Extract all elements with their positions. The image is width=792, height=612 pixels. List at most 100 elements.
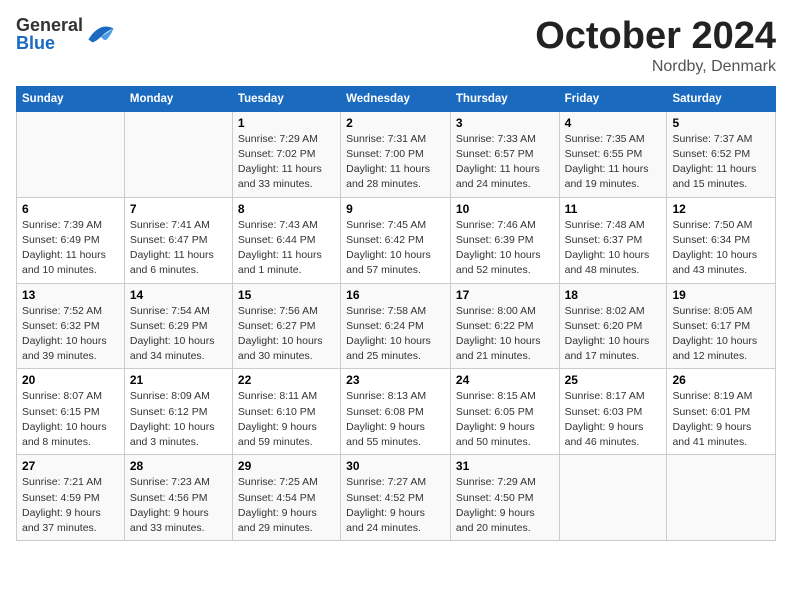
- calendar-cell: 3 Sunrise: 7:33 AM Sunset: 6:57 PM Daylig…: [450, 111, 559, 197]
- day-number: 6: [22, 202, 119, 216]
- day-header-tuesday: Tuesday: [232, 86, 340, 111]
- day-info: Sunrise: 7:39 AM Sunset: 6:49 PM Dayligh…: [22, 218, 119, 279]
- calendar-week-row: 20Sunrise: 8:07 AM Sunset: 6:15 PM Dayli…: [17, 369, 776, 455]
- day-info: Sunrise: 8:15 AM Sunset: 6:05 PM Dayligh…: [456, 389, 554, 450]
- day-info: Sunrise: 7:41 AM Sunset: 6:47 PM Dayligh…: [130, 218, 227, 279]
- day-number: 30: [346, 459, 445, 473]
- day-number: 8: [238, 202, 335, 216]
- day-info: Sunrise: 8:11 AM Sunset: 6:10 PM Dayligh…: [238, 389, 335, 450]
- day-number: 23: [346, 373, 445, 387]
- location-subtitle: Nordby, Denmark: [535, 58, 776, 76]
- day-number: 25: [565, 373, 662, 387]
- header: General Blue October 2024 Nordby, Denmar…: [16, 16, 776, 76]
- calendar-cell: 21 Sunrise: 8:09 AM Sunset: 6:12 PM Dayli…: [124, 369, 232, 455]
- calendar-cell: 23 Sunrise: 8:13 AM Sunset: 6:08 PM Dayli…: [341, 369, 451, 455]
- calendar-cell: 27Sunrise: 7:21 AM Sunset: 4:59 PM Dayli…: [17, 455, 125, 541]
- calendar-cell: 30Sunrise: 7:27 AM Sunset: 4:52 PM Dayli…: [341, 455, 451, 541]
- calendar-week-row: 1Sunrise: 7:29 AM Sunset: 7:02 PM Daylig…: [17, 111, 776, 197]
- day-number: 7: [130, 202, 227, 216]
- day-info: Sunrise: 7:25 AM Sunset: 4:54 PM Dayligh…: [238, 475, 335, 536]
- day-number: 13: [22, 288, 119, 302]
- day-number: 14: [130, 288, 227, 302]
- day-number: 3: [456, 116, 554, 130]
- calendar-cell: 8 Sunrise: 7:43 AM Sunset: 6:44 PM Daylig…: [232, 197, 340, 283]
- day-number: 18: [565, 288, 662, 302]
- day-number: 1: [238, 116, 335, 130]
- day-header-wednesday: Wednesday: [341, 86, 451, 111]
- day-info: Sunrise: 8:19 AM Sunset: 6:01 PM Dayligh…: [672, 389, 770, 450]
- day-number: 4: [565, 116, 662, 130]
- day-number: 29: [238, 459, 335, 473]
- calendar-cell: 22 Sunrise: 8:11 AM Sunset: 6:10 PM Dayli…: [232, 369, 340, 455]
- calendar-cell: [559, 455, 667, 541]
- logo: General Blue: [16, 16, 115, 52]
- title-area: October 2024 Nordby, Denmark: [535, 16, 776, 76]
- calendar-cell: 16Sunrise: 7:58 AM Sunset: 6:24 PM Dayli…: [341, 283, 451, 369]
- day-number: 11: [565, 202, 662, 216]
- calendar-week-row: 6 Sunrise: 7:39 AM Sunset: 6:49 PM Daylig…: [17, 197, 776, 283]
- day-info: Sunrise: 8:17 AM Sunset: 6:03 PM Dayligh…: [565, 389, 662, 450]
- day-info: Sunrise: 8:02 AM Sunset: 6:20 PM Dayligh…: [565, 304, 662, 365]
- calendar-cell: 11 Sunrise: 7:48 AM Sunset: 6:37 PM Dayli…: [559, 197, 667, 283]
- month-title: October 2024: [535, 16, 776, 58]
- day-number: 10: [456, 202, 554, 216]
- day-header-sunday: Sunday: [17, 86, 125, 111]
- calendar-cell: 24 Sunrise: 8:15 AM Sunset: 6:05 PM Dayli…: [450, 369, 559, 455]
- calendar-week-row: 13Sunrise: 7:52 AM Sunset: 6:32 PM Dayli…: [17, 283, 776, 369]
- day-info: Sunrise: 7:46 AM Sunset: 6:39 PM Dayligh…: [456, 218, 554, 279]
- day-number: 17: [456, 288, 554, 302]
- day-number: 22: [238, 373, 335, 387]
- calendar-cell: 14Sunrise: 7:54 AM Sunset: 6:29 PM Dayli…: [124, 283, 232, 369]
- calendar-cell: [124, 111, 232, 197]
- calendar-cell: 7 Sunrise: 7:41 AM Sunset: 6:47 PM Daylig…: [124, 197, 232, 283]
- calendar-cell: [667, 455, 776, 541]
- calendar-cell: 25 Sunrise: 8:17 AM Sunset: 6:03 PM Dayli…: [559, 369, 667, 455]
- logo-general-text: General: [16, 16, 83, 34]
- day-info: Sunrise: 7:37 AM Sunset: 6:52 PM Dayligh…: [672, 132, 770, 193]
- logo-blue-text: Blue: [16, 34, 83, 52]
- day-info: Sunrise: 8:13 AM Sunset: 6:08 PM Dayligh…: [346, 389, 445, 450]
- day-number: 20: [22, 373, 119, 387]
- calendar-cell: 10 Sunrise: 7:46 AM Sunset: 6:39 PM Dayli…: [450, 197, 559, 283]
- day-header-monday: Monday: [124, 86, 232, 111]
- calendar-cell: 4Sunrise: 7:35 AM Sunset: 6:55 PM Daylig…: [559, 111, 667, 197]
- day-number: 19: [672, 288, 770, 302]
- day-number: 31: [456, 459, 554, 473]
- day-info: Sunrise: 7:31 AM Sunset: 7:00 PM Dayligh…: [346, 132, 445, 193]
- day-header-thursday: Thursday: [450, 86, 559, 111]
- logo-bird-icon: [87, 24, 115, 44]
- day-number: 26: [672, 373, 770, 387]
- day-info: Sunrise: 7:48 AM Sunset: 6:37 PM Dayligh…: [565, 218, 662, 279]
- day-info: Sunrise: 7:29 AM Sunset: 4:50 PM Dayligh…: [456, 475, 554, 536]
- calendar-cell: 15Sunrise: 7:56 AM Sunset: 6:27 PM Dayli…: [232, 283, 340, 369]
- day-number: 27: [22, 459, 119, 473]
- calendar-cell: 5 Sunrise: 7:37 AM Sunset: 6:52 PM Daylig…: [667, 111, 776, 197]
- day-number: 9: [346, 202, 445, 216]
- day-info: Sunrise: 8:05 AM Sunset: 6:17 PM Dayligh…: [672, 304, 770, 365]
- day-info: Sunrise: 7:45 AM Sunset: 6:42 PM Dayligh…: [346, 218, 445, 279]
- day-info: Sunrise: 7:56 AM Sunset: 6:27 PM Dayligh…: [238, 304, 335, 365]
- day-info: Sunrise: 8:00 AM Sunset: 6:22 PM Dayligh…: [456, 304, 554, 365]
- calendar-cell: 19 Sunrise: 8:05 AM Sunset: 6:17 PM Dayli…: [667, 283, 776, 369]
- calendar-table: SundayMondayTuesdayWednesdayThursdayFrid…: [16, 86, 776, 541]
- day-info: Sunrise: 7:33 AM Sunset: 6:57 PM Dayligh…: [456, 132, 554, 193]
- calendar-cell: 17 Sunrise: 8:00 AM Sunset: 6:22 PM Dayli…: [450, 283, 559, 369]
- calendar-cell: 20Sunrise: 8:07 AM Sunset: 6:15 PM Dayli…: [17, 369, 125, 455]
- day-info: Sunrise: 7:50 AM Sunset: 6:34 PM Dayligh…: [672, 218, 770, 279]
- calendar-header-row: SundayMondayTuesdayWednesdayThursdayFrid…: [17, 86, 776, 111]
- calendar-cell: 1Sunrise: 7:29 AM Sunset: 7:02 PM Daylig…: [232, 111, 340, 197]
- calendar-cell: 9 Sunrise: 7:45 AM Sunset: 6:42 PM Daylig…: [341, 197, 451, 283]
- day-number: 24: [456, 373, 554, 387]
- day-number: 5: [672, 116, 770, 130]
- day-number: 21: [130, 373, 227, 387]
- day-info: Sunrise: 8:09 AM Sunset: 6:12 PM Dayligh…: [130, 389, 227, 450]
- calendar-cell: [17, 111, 125, 197]
- calendar-cell: 26 Sunrise: 8:19 AM Sunset: 6:01 PM Dayli…: [667, 369, 776, 455]
- day-header-friday: Friday: [559, 86, 667, 111]
- day-info: Sunrise: 7:43 AM Sunset: 6:44 PM Dayligh…: [238, 218, 335, 279]
- day-header-saturday: Saturday: [667, 86, 776, 111]
- calendar-cell: 31 Sunrise: 7:29 AM Sunset: 4:50 PM Dayli…: [450, 455, 559, 541]
- day-number: 16: [346, 288, 445, 302]
- calendar-cell: 18 Sunrise: 8:02 AM Sunset: 6:20 PM Dayli…: [559, 283, 667, 369]
- calendar-cell: 28Sunrise: 7:23 AM Sunset: 4:56 PM Dayli…: [124, 455, 232, 541]
